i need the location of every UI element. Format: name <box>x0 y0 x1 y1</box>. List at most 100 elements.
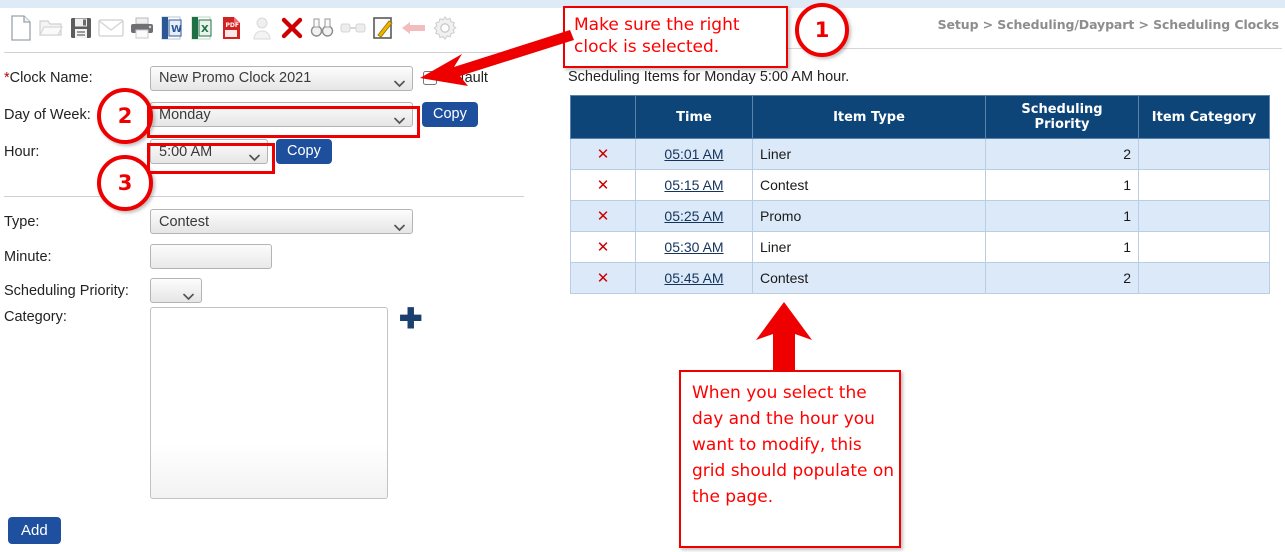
time-link[interactable]: 05:01 AM <box>664 146 723 162</box>
scheduling-priority-cell: 1 <box>985 231 1139 263</box>
time-cell[interactable]: 05:30 AM <box>635 231 753 263</box>
delete-row-cell[interactable]: ✕ <box>570 231 636 263</box>
export-excel-icon[interactable]: X <box>189 13 214 43</box>
grid-caption: Scheduling Items for Monday 5:00 AM hour… <box>568 69 850 85</box>
table-header-row: Time Item Type Scheduling Priority Item … <box>570 95 1270 139</box>
breadcrumb[interactable]: Setup > Scheduling/Daypart > Scheduling … <box>938 17 1279 32</box>
category-row: Category: ✚ <box>0 305 545 507</box>
annotation-arrow-bottom <box>756 302 812 370</box>
print-icon[interactable] <box>129 13 154 43</box>
delete-x-icon[interactable]: ✕ <box>597 207 610 225</box>
delete-row-cell[interactable]: ✕ <box>570 262 636 294</box>
category-label: Category: <box>4 309 67 325</box>
open-folder-icon[interactable] <box>38 13 63 43</box>
back-arrow-icon[interactable] <box>401 13 427 43</box>
item-type-cell: Liner <box>752 138 986 170</box>
item-category-cell <box>1138 169 1270 201</box>
scheduling-priority-cell: 2 <box>985 138 1139 170</box>
scheduling-priority-row: Scheduling Priority: <box>0 274 545 307</box>
step-marker-1: 1 <box>795 3 849 57</box>
table-header: Time Item Type Scheduling Priority Item … <box>570 95 1270 139</box>
save-floppy-icon[interactable] <box>68 13 93 43</box>
scheduling-priority-cell: 2 <box>985 262 1139 294</box>
export-pdf-icon[interactable]: PDF <box>220 13 245 43</box>
step-marker-3: 3 <box>97 155 153 211</box>
edit-note-icon[interactable] <box>371 13 396 43</box>
user-icon[interactable] <box>250 13 275 43</box>
svg-text:PDF: PDF <box>226 22 239 29</box>
link-icon[interactable] <box>340 13 366 43</box>
copy-hour-button[interactable]: Copy <box>276 139 332 164</box>
delete-x-icon[interactable]: ✕ <box>597 238 610 256</box>
item-type-cell: Contest <box>752 169 986 201</box>
time-link[interactable]: 05:45 AM <box>664 270 723 286</box>
add-button[interactable]: Add <box>8 517 61 544</box>
table-row[interactable]: ✕ 05:45 AM Contest 2 <box>570 262 1270 294</box>
copy-day-button[interactable]: Copy <box>422 102 478 127</box>
item-category-cell <box>1138 262 1270 294</box>
minute-input[interactable] <box>150 244 272 269</box>
col-header-item-category[interactable]: Item Category <box>1138 95 1270 139</box>
toolbar: W X PDF <box>8 8 458 48</box>
type-select-wrap: Contest <box>150 209 413 234</box>
new-document-icon[interactable] <box>8 13 33 43</box>
svg-text:W: W <box>171 24 182 35</box>
step-marker-2: 2 <box>97 88 153 144</box>
table-body: ✕ 05:01 AM Liner 2 ✕ 05:15 AM Contest 1 … <box>570 138 1270 294</box>
time-cell[interactable]: 05:01 AM <box>635 138 753 170</box>
hour-select-wrap: 5:00 AM <box>150 139 268 164</box>
settings-gear-icon[interactable] <box>432 13 458 43</box>
col-header-delete[interactable] <box>570 95 636 139</box>
time-link[interactable]: 05:15 AM <box>664 177 723 193</box>
time-cell[interactable]: 05:15 AM <box>635 169 753 201</box>
time-link[interactable]: 05:25 AM <box>664 208 723 224</box>
delete-x-icon[interactable]: ✕ <box>597 269 610 287</box>
clock-name-row: *Clock Name: New Promo Clock 2021 Defaul… <box>0 60 545 96</box>
scheduling-priority-select[interactable] <box>150 278 202 303</box>
delete-row-cell[interactable]: ✕ <box>570 138 636 170</box>
col-header-time[interactable]: Time <box>635 95 753 139</box>
svg-text:X: X <box>201 24 209 35</box>
form-divider <box>4 196 524 197</box>
hour-select[interactable]: 5:00 AM <box>150 139 268 164</box>
email-envelope-icon[interactable] <box>98 13 124 43</box>
clock-name-label: *Clock Name: <box>4 70 93 86</box>
toolbar-divider <box>4 52 524 53</box>
table-row[interactable]: ✕ 05:30 AM Liner 1 <box>570 231 1270 263</box>
delete-row-cell[interactable]: ✕ <box>570 200 636 232</box>
type-select[interactable]: Contest <box>150 209 413 234</box>
default-checkbox-group[interactable]: Default <box>423 70 488 86</box>
delete-x-icon[interactable] <box>280 13 305 43</box>
minute-row: Minute: <box>0 239 545 274</box>
delete-x-icon[interactable]: ✕ <box>597 176 610 194</box>
plus-icon[interactable]: ✚ <box>399 305 422 333</box>
minute-label: Minute: <box>4 248 52 265</box>
table-row[interactable]: ✕ 05:15 AM Contest 1 <box>570 169 1270 201</box>
scheduling-priority-cell: 1 <box>985 169 1139 201</box>
day-of-week-select[interactable]: Monday <box>150 102 413 127</box>
delete-row-cell[interactable]: ✕ <box>570 169 636 201</box>
table-row[interactable]: ✕ 05:25 AM Promo 1 <box>570 200 1270 232</box>
col-header-item-type[interactable]: Item Type <box>752 95 986 139</box>
item-category-cell <box>1138 200 1270 232</box>
time-cell[interactable]: 05:25 AM <box>635 200 753 232</box>
time-cell[interactable]: 05:45 AM <box>635 262 753 294</box>
delete-x-icon[interactable]: ✕ <box>597 145 610 163</box>
scheduling-priority-label: Scheduling Priority: <box>4 282 129 299</box>
type-label: Type: <box>4 213 40 230</box>
item-category-cell <box>1138 231 1270 263</box>
binoculars-icon[interactable] <box>310 13 335 43</box>
item-category-cell <box>1138 138 1270 170</box>
item-type-cell: Promo <box>752 200 986 232</box>
category-listbox[interactable] <box>150 307 388 499</box>
default-checkbox-label: Default <box>442 70 488 86</box>
default-checkbox[interactable] <box>423 71 437 85</box>
col-header-scheduling-priority[interactable]: Scheduling Priority <box>985 95 1139 139</box>
export-word-icon[interactable]: W <box>159 13 184 43</box>
table-row[interactable]: ✕ 05:01 AM Liner 2 <box>570 138 1270 170</box>
clock-name-select[interactable]: New Promo Clock 2021 <box>150 65 413 91</box>
time-link[interactable]: 05:30 AM <box>664 239 723 255</box>
day-of-week-select-wrap: Monday <box>150 102 413 127</box>
annotation-callout-bottom: When you select the day and the hour you… <box>679 370 901 548</box>
annotation-callout-top: Make sure the right clock is selected. <box>563 6 788 68</box>
